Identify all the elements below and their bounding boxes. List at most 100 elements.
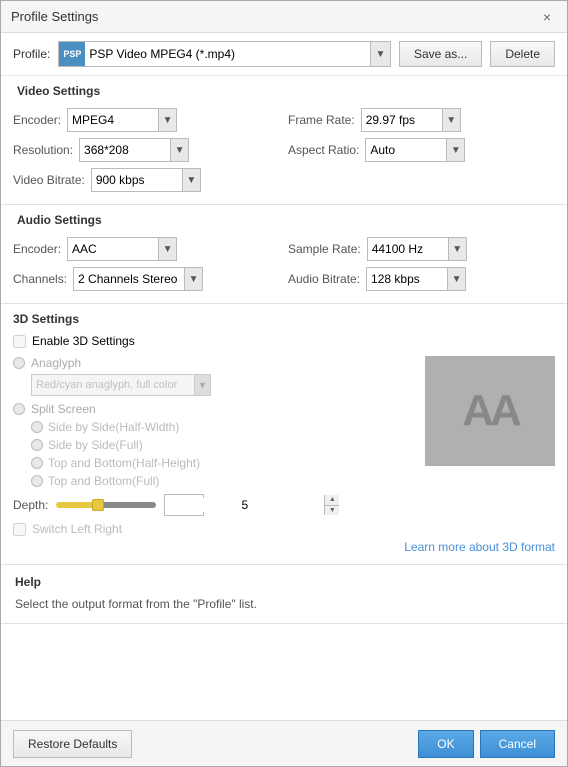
- three-d-left: Anaglyph Red/cyan anaglyph, full color ▼: [13, 356, 413, 536]
- split-option-1-radio: [31, 421, 43, 433]
- frame-rate-select[interactable]: 29.97 fps: [362, 113, 442, 127]
- audio-settings-title: Audio Settings: [13, 213, 555, 227]
- frame-rate-cell: Frame Rate: 29.97 fps ▼: [288, 108, 555, 132]
- depth-slider[interactable]: [56, 502, 156, 508]
- depth-input[interactable]: [165, 498, 324, 512]
- profile-settings-dialog: Profile Settings × Profile: PSP PSP Vide…: [0, 0, 568, 767]
- three-d-body: Anaglyph Red/cyan anaglyph, full color ▼: [13, 356, 555, 536]
- encoder-arrow: ▼: [158, 109, 176, 131]
- video-bitrate-arrow: ▼: [182, 169, 200, 191]
- preview-aa-text: AA: [462, 386, 518, 436]
- profile-row: Profile: PSP PSP Video MPEG4 (*.mp4) ▼ S…: [1, 33, 567, 76]
- profile-select[interactable]: PSP Video MPEG4 (*.mp4): [85, 47, 370, 61]
- depth-slider-thumb[interactable]: [92, 499, 104, 511]
- sample-rate-arrow: ▼: [448, 238, 466, 260]
- split-option-1: Side by Side(Half-Width): [31, 420, 413, 434]
- enable-3d-row: Enable 3D Settings: [13, 334, 555, 348]
- 3d-preview: AA: [425, 356, 555, 466]
- depth-increment[interactable]: ▲: [325, 495, 339, 506]
- split-option-4: Top and Bottom(Full): [31, 474, 413, 488]
- anaglyph-radio: [13, 357, 25, 369]
- cancel-button[interactable]: Cancel: [480, 730, 555, 758]
- channels-select[interactable]: 2 Channels Stereo: [74, 272, 184, 286]
- resolution-label: Resolution:: [13, 143, 73, 157]
- resolution-cell: Resolution: 368*208 ▼: [13, 138, 280, 162]
- anaglyph-arrow: ▼: [194, 375, 210, 395]
- enable-3d-checkbox[interactable]: [13, 335, 26, 348]
- restore-defaults-button[interactable]: Restore Defaults: [13, 730, 132, 758]
- audio-encoder-arrow: ▼: [158, 238, 176, 260]
- depth-row: Depth: ▲ ▼: [13, 494, 413, 516]
- frame-rate-arrow: ▼: [442, 109, 460, 131]
- aspect-ratio-arrow: ▼: [446, 139, 464, 161]
- profile-icon: PSP: [59, 42, 85, 66]
- video-settings-section: Video Settings Encoder: MPEG4 ▼ Frame Ra…: [1, 76, 567, 205]
- encoder-label: Encoder:: [13, 113, 61, 127]
- anaglyph-select-wrap: Red/cyan anaglyph, full color ▼: [31, 374, 211, 396]
- resolution-select[interactable]: 368*208: [80, 143, 170, 157]
- switch-left-right-checkbox: [13, 523, 26, 536]
- video-bitrate-select[interactable]: 900 kbps: [92, 173, 182, 187]
- split-option-2: Side by Side(Full): [31, 438, 413, 452]
- profile-dropdown-arrow: ▼: [370, 42, 390, 66]
- audio-encoder-label: Encoder:: [13, 242, 61, 256]
- aspect-ratio-cell: Aspect Ratio: Auto ▼: [288, 138, 555, 162]
- learn-more-link[interactable]: Learn more about 3D format: [404, 540, 555, 554]
- anaglyph-title: Anaglyph: [13, 356, 413, 370]
- profile-select-wrapper[interactable]: PSP PSP Video MPEG4 (*.mp4) ▼: [58, 41, 391, 67]
- video-bitrate-select-box[interactable]: 900 kbps ▼: [91, 168, 201, 192]
- split-options: Side by Side(Half-Width) Side by Side(Fu…: [31, 420, 413, 488]
- audio-bitrate-select-box[interactable]: 128 kbps ▼: [366, 267, 466, 291]
- footer: Restore Defaults OK Cancel: [1, 720, 567, 766]
- footer-right: OK Cancel: [418, 730, 555, 758]
- channels-cell: Channels: 2 Channels Stereo ▼: [13, 267, 280, 291]
- anaglyph-label: Anaglyph: [31, 356, 81, 370]
- delete-button[interactable]: Delete: [490, 41, 555, 67]
- audio-encoder-select[interactable]: AAC: [68, 242, 158, 256]
- audio-encoder-select-box[interactable]: AAC ▼: [67, 237, 177, 261]
- ok-button[interactable]: OK: [418, 730, 473, 758]
- video-bitrate-label: Video Bitrate:: [13, 173, 85, 187]
- audio-bitrate-label: Audio Bitrate:: [288, 272, 360, 286]
- help-text: Select the output format from the "Profi…: [15, 595, 553, 613]
- audio-bitrate-select[interactable]: 128 kbps: [367, 272, 447, 286]
- video-settings-grid: Encoder: MPEG4 ▼ Frame Rate: 29.97 fps: [13, 108, 555, 192]
- audio-settings-section: Audio Settings Encoder: AAC ▼ Sample Rat…: [1, 205, 567, 304]
- frame-rate-select-box[interactable]: 29.97 fps ▼: [361, 108, 461, 132]
- switch-row: Switch Left Right: [13, 522, 413, 536]
- split-option-3: Top and Bottom(Half-Height): [31, 456, 413, 470]
- sample-rate-select-box[interactable]: 44100 Hz ▼: [367, 237, 467, 261]
- sample-rate-label: Sample Rate:: [288, 242, 361, 256]
- audio-bitrate-arrow: ▼: [447, 268, 465, 290]
- depth-decrement[interactable]: ▼: [325, 506, 339, 516]
- resolution-select-box[interactable]: 368*208 ▼: [79, 138, 189, 162]
- split-option-2-radio: [31, 439, 43, 451]
- sample-rate-cell: Sample Rate: 44100 Hz ▼: [288, 237, 555, 261]
- aspect-ratio-label: Aspect Ratio:: [288, 143, 359, 157]
- sample-rate-select[interactable]: 44100 Hz: [368, 242, 448, 256]
- depth-number-wrap[interactable]: ▲ ▼: [164, 494, 204, 516]
- main-content: Video Settings Encoder: MPEG4 ▼ Frame Ra…: [1, 76, 567, 720]
- aspect-ratio-select-box[interactable]: Auto ▼: [365, 138, 465, 162]
- channels-arrow: ▼: [184, 268, 202, 290]
- audio-settings-grid: Encoder: AAC ▼ Sample Rate: 44100 Hz: [13, 237, 555, 291]
- channels-label: Channels:: [13, 272, 67, 286]
- encoder-cell: Encoder: MPEG4 ▼: [13, 108, 280, 132]
- profile-label: Profile:: [13, 47, 50, 61]
- help-title: Help: [15, 575, 553, 589]
- frame-rate-label: Frame Rate:: [288, 113, 355, 127]
- learn-more-row: Learn more about 3D format: [13, 540, 555, 554]
- depth-label: Depth:: [13, 498, 48, 512]
- resolution-arrow: ▼: [170, 139, 188, 161]
- save-as-button[interactable]: Save as...: [399, 41, 482, 67]
- settings-3d-section: 3D Settings Enable 3D Settings Anaglyph: [1, 304, 567, 565]
- aspect-ratio-select[interactable]: Auto: [366, 143, 446, 157]
- encoder-select-box[interactable]: MPEG4 ▼: [67, 108, 177, 132]
- channels-select-box[interactable]: 2 Channels Stereo ▼: [73, 267, 203, 291]
- close-button[interactable]: ×: [537, 7, 557, 27]
- encoder-select[interactable]: MPEG4: [68, 113, 158, 127]
- video-settings-title: Video Settings: [13, 84, 555, 98]
- split-screen-label: Split Screen: [31, 402, 96, 416]
- dialog-title: Profile Settings: [11, 9, 98, 24]
- anaglyph-select: Red/cyan anaglyph, full color: [32, 379, 194, 391]
